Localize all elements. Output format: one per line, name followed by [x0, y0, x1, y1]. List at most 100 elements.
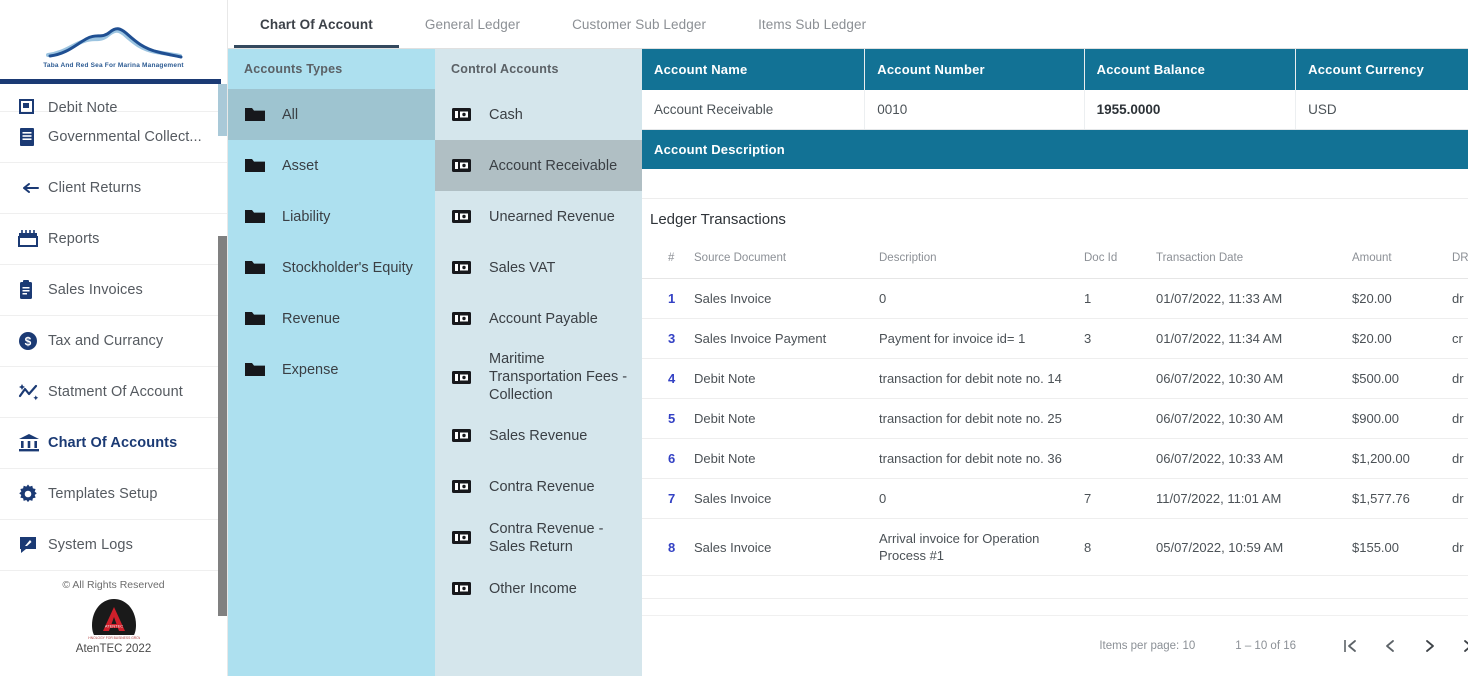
tab-items-sub-ledger[interactable]: Items Sub Ledger [732, 1, 892, 48]
items-per-page-value[interactable]: 10 [1182, 640, 1195, 652]
accounts-type-item-stockholders-equity[interactable]: Stockholder's Equity [228, 242, 435, 293]
accounts-type-item-revenue[interactable]: Revenue [228, 293, 435, 344]
table-row-partial[interactable] [642, 575, 1468, 599]
cell-amount: $20.00 [1346, 278, 1446, 319]
items-per-page-label: Items per page: 10 [1099, 640, 1195, 652]
accounts-types-panel: Accounts Types All Asset Liability Stock… [228, 49, 435, 676]
cell-index: 5 [642, 398, 688, 439]
table-row[interactable]: 1 Sales Invoice 0 1 01/07/2022, 11:33 AM… [642, 278, 1468, 319]
cell-dr-cr: dr [1446, 358, 1468, 399]
cell-description: transaction for debit note no. 14 [873, 358, 1078, 399]
sidebar-scrollbar-thumb[interactable] [218, 236, 227, 616]
cell-transaction-date [1150, 575, 1346, 599]
control-account-item-account-payable[interactable]: Account Payable [435, 293, 642, 344]
sidebar-item-reports[interactable]: Reports [0, 214, 227, 265]
previous-page-icon[interactable] [1370, 626, 1410, 666]
control-account-label: Sales Revenue [489, 427, 588, 444]
accounts-types-header: Accounts Types [244, 62, 343, 76]
account-card-icon [451, 310, 489, 327]
folder-icon [244, 208, 282, 225]
sidebar-item-chart-of-accounts[interactable]: Chart Of Accounts [0, 418, 227, 469]
cell-index: 4 [642, 358, 688, 399]
return-arrow-icon [18, 179, 48, 197]
items-per-page-text: Items per page: [1099, 640, 1180, 652]
column-amount: Amount [1346, 238, 1446, 279]
sidebar-item-governmental-collection[interactable]: Governmental Collect... [0, 112, 227, 163]
control-accounts-panel: Control Accounts Cash Account Receivable… [435, 49, 642, 676]
tab-customer-sub-ledger[interactable]: Customer Sub Ledger [546, 1, 732, 48]
cell-account-name: Account Receivable [642, 90, 866, 130]
sidebar-item-tax-and-currancy[interactable]: $ Tax and Currancy [0, 316, 227, 367]
brand-header: Taba And Red Sea For Marina Management [0, 0, 227, 88]
table-row[interactable]: 3 Sales Invoice Payment Payment for invo… [642, 318, 1468, 359]
cell-doc-id: 8 [1078, 518, 1150, 576]
accounts-type-item-liability[interactable]: Liability [228, 191, 435, 242]
last-page-icon[interactable] [1450, 626, 1468, 666]
account-description-header: Account Description [642, 130, 1468, 169]
control-account-label: Contra Revenue - Sales Return [489, 520, 604, 555]
account-card-icon [451, 369, 489, 386]
control-account-item-contra-revenue[interactable]: Contra Revenue [435, 461, 642, 512]
ledger-transactions-title: Ledger Transactions [650, 211, 786, 228]
control-account-label: Account Payable [489, 310, 598, 327]
reports-icon [18, 230, 48, 248]
cell-description: Arrival invoice for Operation Process #1 [873, 518, 1078, 576]
account-card-icon [451, 529, 489, 546]
account-summary-row: Account Receivable 0010 1955.0000 USD [642, 90, 1468, 130]
cell-account-currency: USD [1295, 90, 1468, 130]
cell-transaction-date: 05/07/2022, 10:59 AM [1150, 518, 1346, 576]
gear-icon [18, 484, 48, 504]
control-account-item-account-receivable[interactable]: Account Receivable [435, 140, 642, 191]
cell-transaction-date: 06/07/2022, 10:30 AM [1150, 358, 1346, 399]
table-row[interactable]: 4 Debit Note transaction for debit note … [642, 358, 1468, 399]
svg-text:ATENTEC: ATENTEC [104, 624, 122, 629]
cell-dr-cr: cr [1446, 318, 1468, 359]
control-account-item-other-income[interactable]: Other Income [435, 563, 642, 614]
cell-doc-id [1078, 358, 1150, 399]
sidebar-item-statment-of-account[interactable]: Statment Of Account [0, 367, 227, 418]
cell-source-document: Sales Invoice Payment [688, 318, 873, 359]
control-account-item-unearned-revenue[interactable]: Unearned Revenue [435, 191, 642, 242]
first-page-icon[interactable] [1330, 626, 1370, 666]
tab-chart-of-account[interactable]: Chart Of Account [234, 1, 399, 48]
control-accounts-header: Control Accounts [451, 62, 559, 76]
sidebar-item-sales-invoices[interactable]: Sales Invoices [0, 265, 227, 316]
mountain-wave-logo [45, 27, 182, 59]
folder-icon [244, 310, 282, 327]
cell-source-document [688, 575, 873, 599]
sidebar-item-debit-note[interactable]: Debit Note [0, 88, 227, 116]
sidebar-item-label: System Logs [48, 537, 133, 553]
control-account-item-contra-revenue-sales-return[interactable]: Contra Revenue - Sales Return [435, 512, 642, 563]
cell-index: 6 [642, 438, 688, 479]
sidebar-item-templates-setup[interactable]: Templates Setup [0, 469, 227, 520]
cell-doc-id [1078, 398, 1150, 439]
sidebar-scrollbar-track[interactable] [218, 0, 227, 676]
tab-general-ledger[interactable]: General Ledger [399, 1, 546, 48]
sidebar-item-system-logs[interactable]: System Logs [0, 520, 227, 571]
control-account-item-sales-vat[interactable]: Sales VAT [435, 242, 642, 293]
table-row[interactable]: 5 Debit Note transaction for debit note … [642, 398, 1468, 439]
ledger-transactions-table: # Source Document Description Doc Id Tra… [642, 238, 1468, 599]
account-card-icon [451, 106, 489, 123]
sidebar-scrollbar-thumb-upper[interactable] [218, 84, 227, 136]
cell-dr-cr: dr [1446, 478, 1468, 519]
cell-amount: $155.00 [1346, 518, 1446, 576]
sidebar-accent-bar [0, 79, 221, 84]
accounts-type-item-asset[interactable]: Asset [228, 140, 435, 191]
main-area: Chart Of Account General Ledger Customer… [228, 0, 1468, 676]
control-account-item-maritime-transportation-fees-collection[interactable]: Maritime Transportation Fees - Collectio… [435, 344, 642, 410]
ledger-table-wrapper: # Source Document Description Doc Id Tra… [642, 238, 1468, 615]
log-note-icon [18, 535, 48, 555]
table-row[interactable]: 8 Sales Invoice Arrival invoice for Oper… [642, 518, 1468, 576]
table-row[interactable]: 7 Sales Invoice 0 7 11/07/2022, 11:01 AM… [642, 478, 1468, 519]
control-account-item-cash[interactable]: Cash [435, 89, 642, 140]
governmental-collection-icon [18, 127, 48, 147]
copyright-text: © All Rights Reserved [62, 579, 165, 591]
table-row[interactable]: 6 Debit Note transaction for debit note … [642, 438, 1468, 479]
next-page-icon[interactable] [1410, 626, 1450, 666]
control-account-item-sales-revenue[interactable]: Sales Revenue [435, 410, 642, 461]
accounts-type-item-expense[interactable]: Expense [228, 344, 435, 395]
sidebar-item-client-returns[interactable]: Client Returns [0, 163, 227, 214]
accounts-type-item-all[interactable]: All [228, 89, 435, 140]
control-account-label: Other Income [489, 580, 577, 597]
